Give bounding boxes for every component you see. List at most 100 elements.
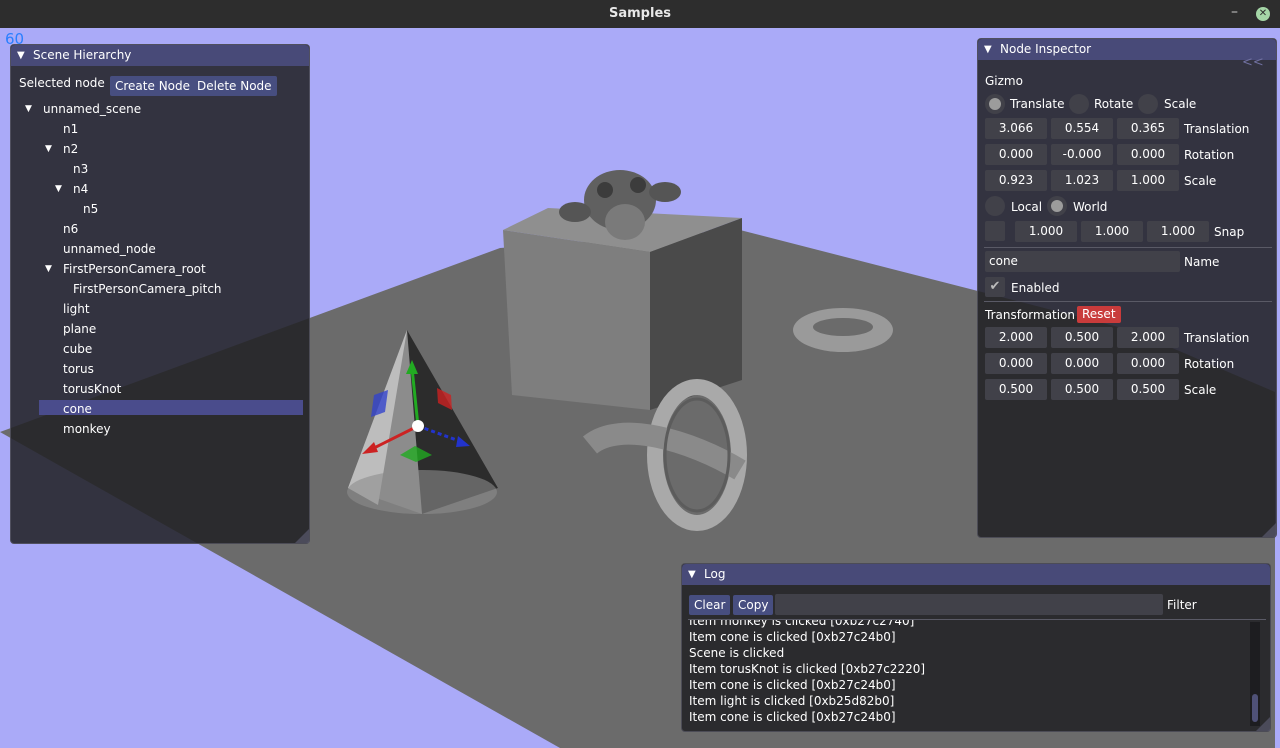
tree-item-unnamed-scene[interactable]: ▼ unnamed_scene — [25, 100, 141, 118]
log-panel[interactable]: ▼ Log Clear Copy Filter Item monkey is c… — [681, 563, 1271, 732]
log-title[interactable]: ▼ Log — [682, 564, 1270, 585]
log-line: Item cone is clicked [0xb27c24b0] — [689, 678, 896, 692]
resize-grip[interactable] — [1262, 523, 1276, 537]
node-inspector-panel[interactable]: ▼ Node Inspector << Gizmo Translate Rota… — [977, 38, 1277, 538]
minimize-button[interactable]: – — [1231, 4, 1238, 20]
window-title: Samples — [609, 6, 671, 21]
gizmo-rotation-y[interactable]: -0.000 — [1051, 144, 1113, 165]
collapse-inspector-button[interactable]: << — [1242, 55, 1264, 70]
tree-item-light[interactable]: light — [63, 300, 90, 318]
rotation-label: Rotation — [1184, 357, 1235, 371]
snap-x[interactable]: 1.000 — [1015, 221, 1077, 242]
name-input[interactable]: cone — [985, 251, 1180, 272]
gizmo-rotation-x[interactable]: 0.000 — [985, 144, 1047, 165]
gizmo-rotation-z[interactable]: 0.000 — [1117, 144, 1179, 165]
rotation-y[interactable]: 0.000 — [1051, 353, 1113, 374]
name-label: Name — [1184, 255, 1220, 269]
tree-item-n1[interactable]: n1 — [63, 120, 78, 138]
tree-item-n2[interactable]: ▼ n2 — [45, 140, 78, 158]
snap-z[interactable]: 1.000 — [1147, 221, 1209, 242]
resize-grip[interactable] — [1256, 717, 1270, 731]
scale-label: Scale — [1184, 383, 1217, 397]
divider — [984, 247, 1272, 248]
clear-button[interactable]: Clear — [689, 595, 731, 615]
gizmo-translation-label: Translation — [1184, 122, 1250, 136]
gizmo-scale-x[interactable]: 0.923 — [985, 170, 1047, 191]
scene-hierarchy-title[interactable]: ▼ Scene Hierarchy — [11, 45, 309, 66]
close-button[interactable]: ✕ — [1256, 7, 1270, 21]
tree-item-cube[interactable]: cube — [63, 340, 92, 358]
enabled-label: Enabled — [1011, 281, 1060, 295]
expanded-arrow-icon[interactable]: ▼ — [25, 100, 32, 118]
translate-radio[interactable] — [985, 94, 1005, 114]
collapse-triangle-icon[interactable]: ▼ — [984, 39, 992, 60]
log-line: Item light is clicked [0xb25d82b0] — [689, 694, 895, 708]
world-radio[interactable] — [1047, 196, 1067, 216]
log-line: Item torusKnot is clicked [0xb27c2220] — [689, 662, 926, 676]
gizmo-rotation-label: Rotation — [1184, 148, 1235, 162]
translation-label: Translation — [1184, 331, 1250, 345]
tree-item-plane[interactable]: plane — [63, 320, 96, 338]
snap-checkbox[interactable] — [985, 221, 1005, 241]
expanded-arrow-icon[interactable]: ▼ — [45, 260, 52, 278]
log-line: Item cone is clicked [0xb27c24b0] — [689, 630, 896, 644]
scale-y[interactable]: 0.500 — [1051, 379, 1113, 400]
scale-z[interactable]: 0.500 — [1117, 379, 1179, 400]
gizmo-translation-x[interactable]: 3.066 — [985, 118, 1047, 139]
rotation-z[interactable]: 0.000 — [1117, 353, 1179, 374]
scale-x[interactable]: 0.500 — [985, 379, 1047, 400]
snap-y[interactable]: 1.000 — [1081, 221, 1143, 242]
filter-input[interactable] — [775, 594, 1163, 615]
local-label: Local — [1011, 200, 1043, 214]
gizmo-scale-label: Scale — [1184, 174, 1217, 188]
log-output: Item monkey is clicked [0xb27c2740] Item… — [682, 620, 1252, 728]
tree-item-n5[interactable]: n5 — [83, 200, 98, 218]
create-node-button[interactable]: Create Node — [110, 76, 196, 96]
collapse-triangle-icon[interactable]: ▼ — [688, 564, 696, 585]
gizmo-scale-z[interactable]: 1.000 — [1117, 170, 1179, 191]
log-line: Scene is clicked — [689, 646, 785, 660]
local-radio[interactable] — [985, 196, 1005, 216]
tree-item-monkey[interactable]: monkey — [63, 420, 111, 438]
delete-node-button[interactable]: Delete Node — [192, 76, 277, 96]
enabled-checkbox[interactable]: ✔ — [985, 277, 1005, 297]
expanded-arrow-icon[interactable]: ▼ — [45, 140, 52, 158]
translation-x[interactable]: 2.000 — [985, 327, 1047, 348]
resize-grip[interactable] — [295, 529, 309, 543]
scale-mode-label: Scale — [1164, 97, 1197, 111]
selected-node-label: Selected node : — [19, 76, 113, 90]
torus-object — [793, 308, 893, 352]
gizmo-label: Gizmo — [985, 74, 1023, 88]
rotation-x[interactable]: 0.000 — [985, 353, 1047, 374]
expanded-arrow-icon[interactable]: ▼ — [55, 180, 62, 198]
tree-item-torus-knot[interactable]: torusKnot — [63, 380, 121, 398]
filter-label: Filter — [1167, 598, 1197, 612]
tree-item-first-person-camera-pitch[interactable]: FirstPersonCamera_pitch — [73, 280, 222, 298]
reset-button[interactable]: Reset — [1077, 306, 1121, 323]
rotate-radio[interactable] — [1069, 94, 1089, 114]
log-line: Item cone is clicked [0xb27c24b0] — [689, 710, 896, 724]
tree-item-n4[interactable]: ▼ n4 — [55, 180, 88, 198]
window-titlebar: Samples – ✕ — [0, 0, 1280, 28]
gizmo-translation-y[interactable]: 0.554 — [1051, 118, 1113, 139]
translate-label: Translate — [1010, 97, 1065, 111]
log-scrollbar[interactable] — [1250, 622, 1260, 726]
translation-z[interactable]: 2.000 — [1117, 327, 1179, 348]
tree-item-first-person-camera-root[interactable]: ▼ FirstPersonCamera_root — [45, 260, 206, 278]
scale-radio[interactable] — [1138, 94, 1158, 114]
tree-item-cone[interactable]: cone — [63, 400, 92, 418]
tree-item-n3[interactable]: n3 — [73, 160, 88, 178]
copy-button[interactable]: Copy — [733, 595, 774, 615]
transformation-label: Transformation — [985, 308, 1076, 322]
log-line: Item monkey is clicked [0xb27c2740] — [689, 620, 915, 628]
tree-item-n6[interactable]: n6 — [63, 220, 78, 238]
node-inspector-title[interactable]: ▼ Node Inspector — [978, 39, 1276, 60]
gizmo-translation-z[interactable]: 0.365 — [1117, 118, 1179, 139]
collapse-triangle-icon[interactable]: ▼ — [17, 45, 25, 66]
scene-hierarchy-panel[interactable]: ▼ Scene Hierarchy Selected node : Create… — [10, 44, 310, 544]
translation-y[interactable]: 0.500 — [1051, 327, 1113, 348]
tree-item-unnamed-node[interactable]: unnamed_node — [63, 240, 156, 258]
snap-label: Snap — [1214, 225, 1245, 239]
tree-item-torus[interactable]: torus — [63, 360, 94, 378]
gizmo-scale-y[interactable]: 1.023 — [1051, 170, 1113, 191]
